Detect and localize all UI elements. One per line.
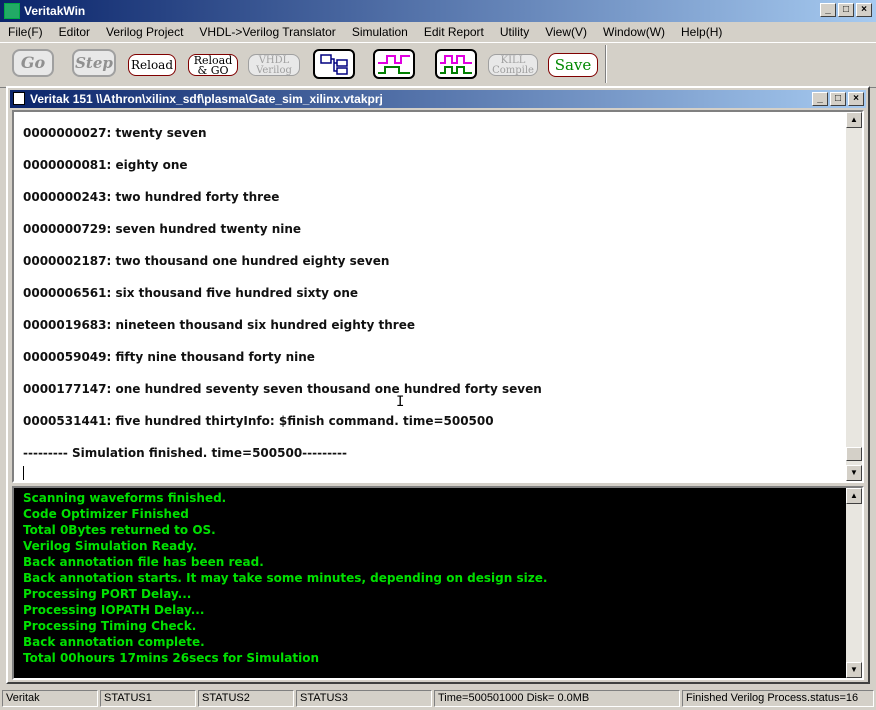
ibeam-cursor-icon: I — [396, 394, 405, 410]
scroll-up-button[interactable]: ▲ — [846, 112, 862, 128]
menu-edit-report[interactable]: Edit Report — [416, 25, 492, 39]
console-scrollbar[interactable]: ▲ ▼ — [846, 488, 862, 678]
menu-utility[interactable]: Utility — [492, 25, 537, 39]
vhdl-to-verilog-button[interactable]: VHDL Verilog — [248, 54, 300, 76]
vhdl-label-2: Verilog — [256, 65, 292, 76]
menu-simulation[interactable]: Simulation — [344, 25, 416, 39]
project-child-window: Veritak 151 \\Athron\xilinx_sdf\plasma\G… — [6, 86, 870, 684]
kill-compile-button[interactable]: KILL Compile — [488, 54, 538, 76]
output-line: --------- Simulation finished. time=5005… — [23, 446, 347, 460]
output-line: 0000177147: one hundred seventy seven th… — [23, 382, 542, 396]
menu-view[interactable]: View(V) — [537, 25, 595, 39]
console-scroll-up-button[interactable]: ▲ — [846, 488, 862, 504]
toolbar: Go Step Reload Reload & GO VHDL Verilog … — [0, 42, 876, 88]
menu-window[interactable]: Window(W) — [595, 25, 673, 39]
child-close-button[interactable]: × — [848, 92, 864, 106]
child-title-bar[interactable]: Veritak 151 \\Athron\xilinx_sdf\plasma\G… — [10, 90, 866, 108]
go-button[interactable]: Go — [12, 49, 54, 77]
console-pane[interactable]: Scanning waveforms finished. Code Optimi… — [12, 486, 864, 680]
menu-bar: File(F) Editor Verilog Project VHDL->Ver… — [0, 22, 876, 42]
console-scroll-down-button[interactable]: ▼ — [846, 662, 862, 678]
console-line: Processing Timing Check. — [23, 619, 197, 633]
waveform-dual-button[interactable] — [435, 49, 477, 79]
reload-go-button[interactable]: Reload & GO — [188, 54, 238, 76]
console-line: Total 00hours 17mins 26secs for Simulati… — [23, 651, 320, 665]
window-title: VeritakWin — [24, 4, 86, 18]
scroll-down-button[interactable]: ▼ — [846, 465, 862, 481]
status-2: STATUS2 — [198, 690, 294, 707]
menu-help[interactable]: Help(H) — [673, 25, 730, 39]
kill-label-2: Compile — [492, 65, 534, 76]
waveform-button[interactable] — [373, 49, 415, 79]
output-line: 0000000027: twenty seven — [23, 126, 207, 140]
status-3: STATUS3 — [296, 690, 432, 707]
console-line: Back annotation complete. — [23, 635, 205, 649]
status-time-disk: Time=500501000 Disk= 0.0MB — [434, 690, 680, 707]
minimize-button[interactable]: _ — [820, 3, 836, 17]
status-app: Veritak — [2, 690, 98, 707]
child-maximize-button[interactable]: □ — [830, 92, 846, 106]
output-line: 0000002187: two thousand one hundred eig… — [23, 254, 390, 268]
output-line: 0000000243: two hundred forty three — [23, 190, 280, 204]
output-line: 0000059049: fifty nine thousand forty ni… — [23, 350, 315, 364]
status-process: Finished Verilog Process.status=16 — [682, 690, 874, 707]
status-1: STATUS1 — [100, 690, 196, 707]
console-line: Processing IOPATH Delay... — [23, 603, 205, 617]
menu-editor[interactable]: Editor — [51, 25, 98, 39]
save-button[interactable]: Save — [548, 53, 598, 77]
status-bar: Veritak STATUS1 STATUS2 STATUS3 Time=500… — [0, 688, 876, 710]
output-line: 0000019683: nineteen thousand six hundre… — [23, 318, 415, 332]
menu-vhdl-translator[interactable]: VHDL->Verilog Translator — [191, 25, 343, 39]
output-line: 0000531441: five hundred thirtyInfo: $fi… — [23, 414, 494, 428]
toolbar-separator — [605, 45, 607, 83]
console-line: Code Optimizer Finished — [23, 507, 189, 521]
step-button[interactable]: Step — [72, 49, 116, 77]
simulation-output-pane[interactable]: 0000000027: twenty seven 0000000081: eig… — [12, 110, 864, 483]
console-line: Scanning waveforms finished. — [23, 491, 227, 505]
console-line: Back annotation starts. It may take some… — [23, 571, 548, 585]
scroll-thumb[interactable] — [846, 447, 862, 461]
console-line: Total 0Bytes returned to OS. — [23, 523, 216, 537]
output-scrollbar[interactable]: ▲ ▼ — [846, 112, 862, 481]
menu-file[interactable]: File(F) — [0, 25, 51, 39]
waveform-icon — [378, 55, 410, 74]
text-caret — [23, 466, 24, 480]
hierarchy-icon — [320, 54, 348, 75]
reload-go-label-2: & GO — [197, 64, 229, 77]
reload-button[interactable]: Reload — [128, 54, 176, 76]
app-icon — [4, 3, 20, 19]
console-line: Back annotation file has been read. — [23, 555, 264, 569]
document-icon — [13, 92, 25, 105]
output-line: 0000006561: six thousand five hundred si… — [23, 286, 358, 300]
child-window-title: Veritak 151 \\Athron\xilinx_sdf\plasma\G… — [30, 92, 383, 106]
console-line: Verilog Simulation Ready. — [23, 539, 198, 553]
waveform-dual-icon — [440, 55, 472, 74]
menu-verilog-project[interactable]: Verilog Project — [98, 25, 191, 39]
close-button[interactable]: × — [856, 3, 872, 17]
child-minimize-button[interactable]: _ — [812, 92, 828, 106]
app-title-bar[interactable]: VeritakWin _ □ × — [0, 0, 876, 22]
output-line: 0000000729: seven hundred twenty nine — [23, 222, 302, 236]
output-line: 0000000081: eighty one — [23, 158, 188, 172]
maximize-button[interactable]: □ — [838, 3, 854, 17]
hierarchy-button[interactable] — [313, 49, 355, 79]
console-line: Processing PORT Delay... — [23, 587, 192, 601]
